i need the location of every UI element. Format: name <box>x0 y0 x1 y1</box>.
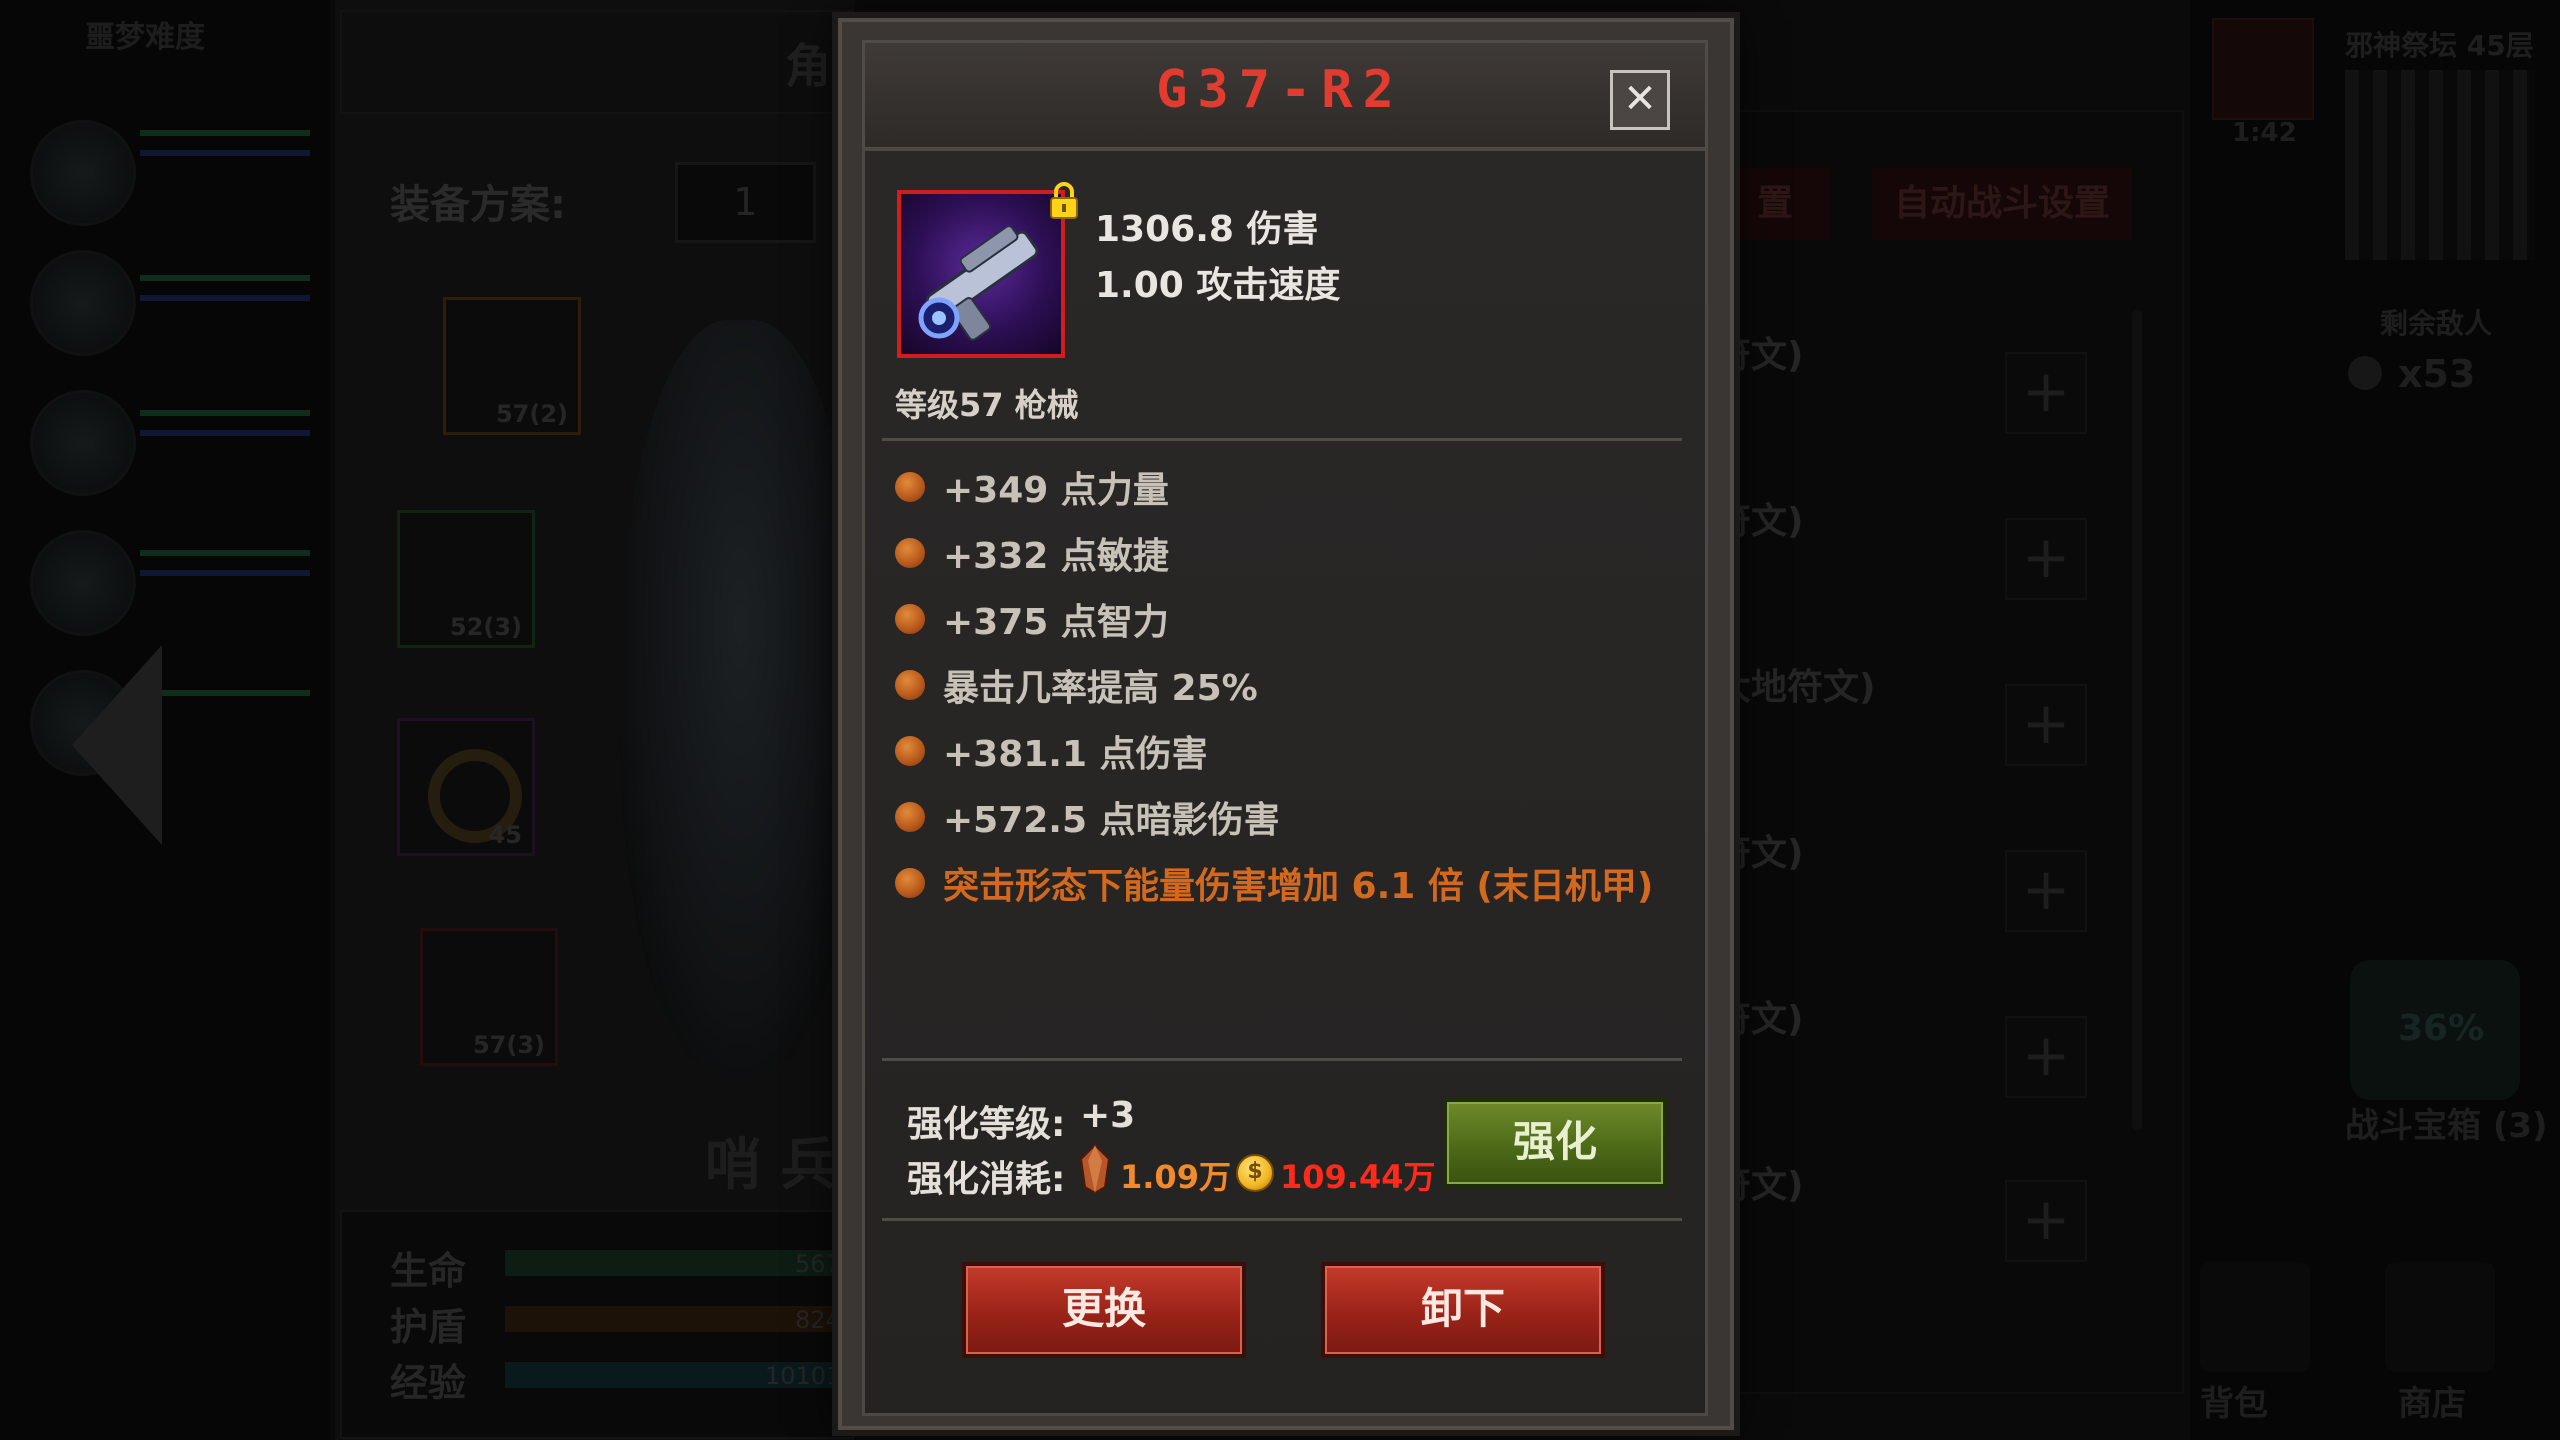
enhance-button[interactable]: 强化 <box>1443 1098 1667 1188</box>
special-attribute-line: 突击形态下能量伤害增加 6.1 倍 (末日机甲) <box>895 858 1653 908</box>
item-attack-speed: 1.00 攻击速度 <box>1095 265 1341 306</box>
attribute-line: +381.1 点伤害 <box>895 726 1208 776</box>
divider <box>882 438 1682 441</box>
item-name: G37-R2 <box>1156 60 1404 120</box>
gem-icon <box>1078 1143 1112 1195</box>
special-attribute-text: 突击形态下能量伤害增加 6.1 倍 (末日机甲) <box>943 866 1654 907</box>
enhance-level-value: +3 <box>1080 1095 1136 1136</box>
item-damage: 1306.8 伤害 <box>1095 209 1319 250</box>
attribute-line: 暴击几率提高 25% <box>895 660 1258 710</box>
gold-cost: 109.44万 <box>1280 1158 1436 1196</box>
bullet-icon <box>895 868 925 898</box>
attribute-line: +375 点智力 <box>895 594 1169 644</box>
attribute-text: +332 点敏捷 <box>943 536 1169 577</box>
close-button[interactable]: ✕ <box>1610 70 1670 130</box>
gold-coin-icon: $ <box>1236 1154 1274 1192</box>
attribute-line: +349 点力量 <box>895 462 1169 512</box>
close-icon: ✕ <box>1623 76 1657 122</box>
attribute-text: +572.5 点暗影伤害 <box>943 800 1280 841</box>
attribute-line: +332 点敏捷 <box>895 528 1169 578</box>
attribute-text: +381.1 点伤害 <box>943 734 1208 775</box>
bullet-icon <box>895 604 925 634</box>
lock-icon[interactable] <box>1048 182 1080 220</box>
bullet-icon <box>895 736 925 766</box>
attribute-line: +572.5 点暗影伤害 <box>895 792 1280 842</box>
attribute-text: 暴击几率提高 25% <box>943 668 1258 709</box>
bullet-icon <box>895 670 925 700</box>
weapon-item-icon <box>897 190 1065 358</box>
divider <box>882 1218 1682 1221</box>
item-level-type: 等级57 枪械 <box>895 386 1079 424</box>
enhance-level-label: 强化等级: <box>907 1104 1066 1145</box>
bullet-icon <box>895 802 925 832</box>
divider <box>882 1058 1682 1061</box>
attribute-text: +349 点力量 <box>943 470 1169 511</box>
enhance-cost-label: 强化消耗: <box>907 1159 1066 1200</box>
unequip-button[interactable]: 卸下 <box>1321 1262 1605 1358</box>
gem-cost: 1.09万 <box>1120 1158 1231 1196</box>
replace-button[interactable]: 更换 <box>962 1262 1246 1358</box>
attribute-text: +375 点智力 <box>943 602 1169 643</box>
bullet-icon <box>895 538 925 568</box>
bullet-icon <box>895 472 925 502</box>
gun-icon <box>918 225 1039 341</box>
